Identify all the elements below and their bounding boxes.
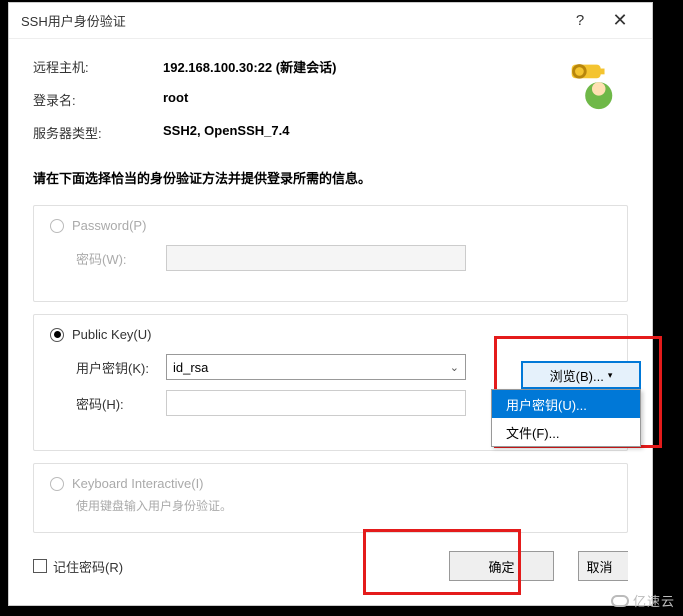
help-button[interactable]: ? [560,6,600,36]
key-passphrase-input[interactable] [166,390,466,416]
keyboard-group: Keyboard Interactive(I) 使用键盘输入用户身份验证。 [33,463,628,533]
cancel-button[interactable]: 取消 [578,551,628,581]
key-passphrase-label: 密码(H): [76,394,166,413]
login-label: 登录名: [33,90,163,109]
titlebar: SSH用户身份验证 ? ✕ [9,3,652,39]
user-key-label: 用户密钥(K): [76,358,166,377]
user-key-select[interactable]: id_rsa ⌄ [166,354,466,380]
server-type-row: 服务器类型: SSH2, OpenSSH_7.4 [33,123,628,142]
browse-button[interactable]: 浏览(B)... ▾ [521,361,641,389]
publickey-radio-label: Public Key(U) [72,327,151,342]
publickey-radio[interactable] [50,328,64,342]
remote-host-label: 远程主机: [33,57,163,76]
watermark-text: 亿速云 [633,591,675,610]
browse-button-label: 浏览(B)... [550,366,604,385]
instruction-text: 请在下面选择恰当的身份验证方法并提供登录所需的信息。 [33,168,628,187]
dropdown-arrow-icon: ▾ [608,370,613,381]
cloud-icon [611,595,629,607]
remote-host-row: 远程主机: 192.168.100.30:22 (新建会话) [33,57,628,76]
server-type-label: 服务器类型: [33,123,163,142]
remember-checkbox[interactable] [33,559,47,573]
ok-button[interactable]: 确定 [449,551,554,581]
publickey-radio-row[interactable]: Public Key(U) [50,327,611,342]
close-button[interactable]: ✕ [600,6,640,36]
keyboard-desc: 使用键盘输入用户身份验证。 [76,497,611,514]
keyboard-radio-row[interactable]: Keyboard Interactive(I) [50,476,611,491]
password-radio-label: Password(P) [72,218,146,233]
user-key-value: id_rsa [173,360,208,375]
content-area: 远程主机: 192.168.100.30:22 (新建会话) 登录名: root… [9,39,652,533]
password-input [166,245,466,271]
password-field-row: 密码(W): [76,245,611,271]
server-type-value: SSH2, OpenSSH_7.4 [163,123,289,142]
publickey-group: Public Key(U) 用户密钥(K): id_rsa ⌄ 密码(H): 浏… [33,314,628,451]
cancel-button-label: 取消 [587,557,621,576]
key-user-icon [562,55,620,113]
browse-dropdown-menu: 用户密钥(U)... 文件(F)... [491,389,641,447]
keyboard-radio-label: Keyboard Interactive(I) [72,476,204,491]
password-field-label: 密码(W): [76,249,166,268]
remote-host-value: 192.168.100.30:22 (新建会话) [163,57,336,76]
remember-label: 记住密码(R) [53,557,123,576]
password-group: Password(P) 密码(W): [33,205,628,302]
chevron-down-icon: ⌄ [450,361,459,374]
login-value: root [163,90,188,109]
ok-button-label: 确定 [488,557,514,576]
keyboard-radio[interactable] [50,477,64,491]
password-radio-row[interactable]: Password(P) [50,218,611,233]
menu-item-file[interactable]: 文件(F)... [492,418,640,446]
watermark: 亿速云 [611,591,675,610]
window-title: SSH用户身份验证 [21,11,560,30]
menu-item-user-key[interactable]: 用户密钥(U)... [492,390,640,418]
bottom-bar: 记住密码(R) 确定 取消 [9,545,652,581]
ssh-auth-dialog: SSH用户身份验证 ? ✕ 远程主机: 192.168.100.30:22 (新… [8,2,653,606]
password-radio[interactable] [50,219,64,233]
login-row: 登录名: root [33,90,628,109]
